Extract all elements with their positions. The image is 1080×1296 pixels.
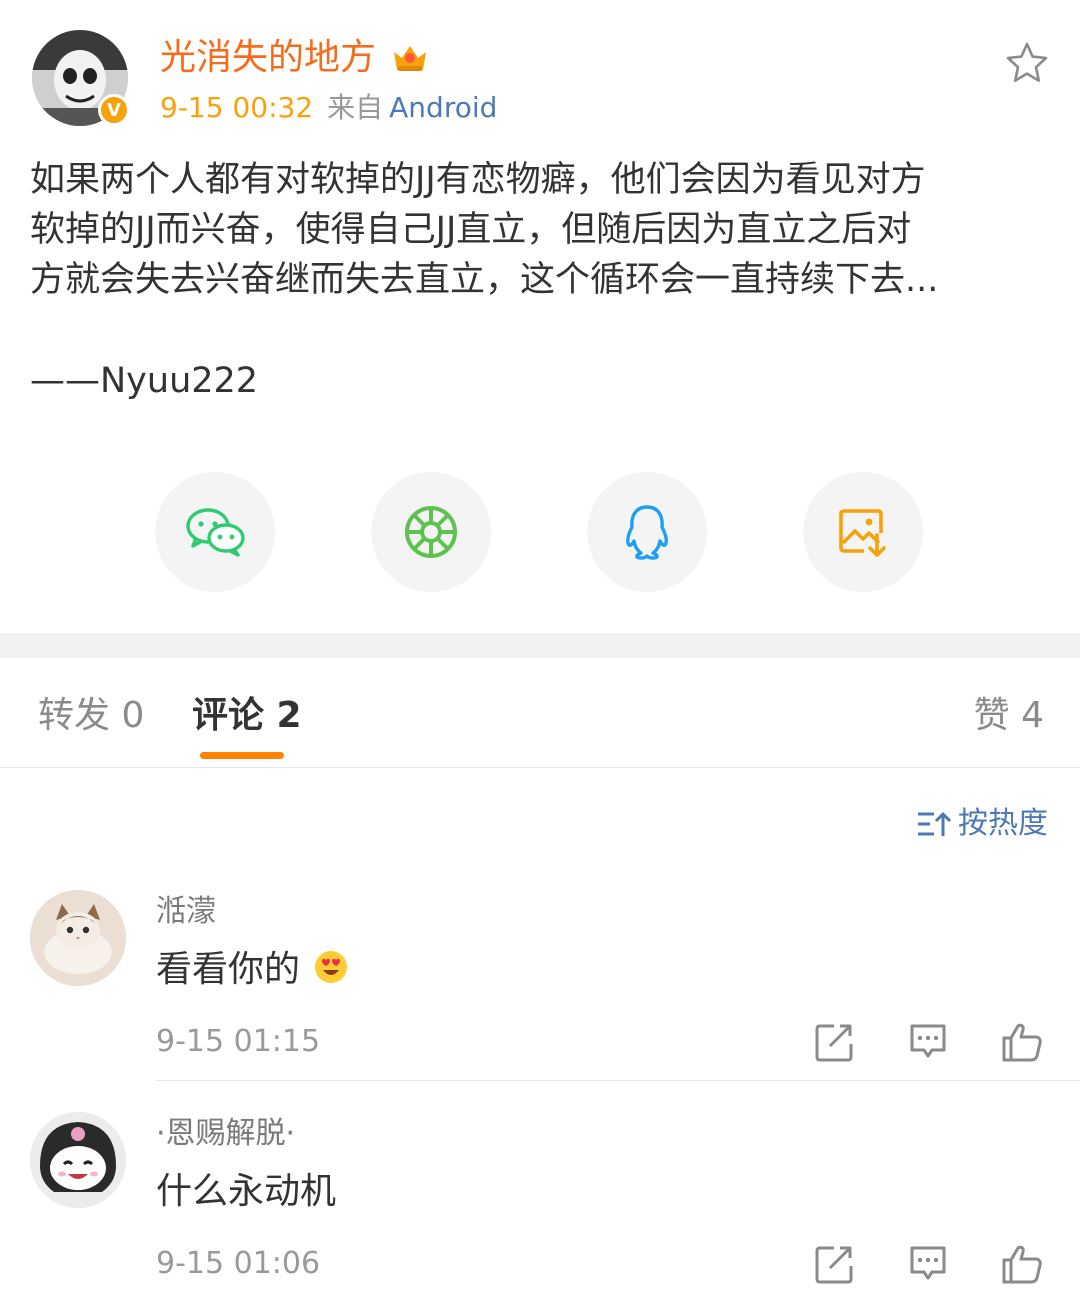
moments-icon	[405, 506, 457, 558]
verified-badge: V	[98, 94, 130, 126]
post-time: 9-15 00:32	[160, 91, 314, 124]
section-divider	[0, 634, 1080, 658]
share-moments-button[interactable]	[371, 472, 491, 592]
reply-icon[interactable]	[906, 1020, 950, 1064]
share-qq-button[interactable]	[587, 472, 707, 592]
save-image-icon	[839, 509, 886, 557]
commenter-name[interactable]: ·恩赐解脱·	[156, 1114, 295, 1154]
comment-text-content: 看看你的	[156, 949, 301, 990]
comment-time: 9-15 01:15	[156, 1024, 321, 1059]
thumbs-up-icon[interactable]	[1000, 1020, 1044, 1064]
thumbs-up-icon[interactable]	[1000, 1242, 1044, 1286]
comment-text: 什么永动机	[156, 1171, 337, 1212]
commenter-avatar[interactable]	[30, 1112, 126, 1208]
post-header: V 光消失的地方 9-15 00:32 来自 Android	[0, 0, 1080, 140]
source-prefix: 来自	[327, 91, 384, 124]
comment-time: 9-15 01:06	[156, 1246, 321, 1281]
post-signature: ——Nyuu222	[30, 361, 259, 401]
author-name[interactable]: 光消失的地方	[160, 34, 376, 82]
qq-icon	[626, 505, 668, 560]
post-body-line: 如果两个人都有对软掉的JJ有恋物癖，他们会因为看见对方	[30, 160, 926, 200]
active-tab-indicator	[200, 752, 284, 759]
share-wechat-button[interactable]	[155, 472, 275, 592]
tab-likes[interactable]: 赞 4	[974, 694, 1044, 738]
post-body-line: 软掉的JJ而兴奋，使得自己JJ直立，但随后因为直立之后对	[30, 210, 912, 250]
vip-crown-icon	[394, 46, 426, 71]
source-link[interactable]: Android	[389, 91, 497, 124]
sort-toggle[interactable]: 按热度	[916, 804, 1048, 844]
interaction-tabs: 转发 0 评论 2 赞 4	[0, 658, 1080, 768]
sort-label: 按热度	[958, 806, 1048, 841]
commenter-avatar[interactable]	[30, 890, 126, 986]
wechat-icon	[186, 508, 245, 557]
favorite-star-icon[interactable]	[1004, 40, 1050, 86]
tab-repost[interactable]: 转发 0	[38, 694, 144, 738]
save-image-button[interactable]	[803, 472, 923, 592]
tab-comments[interactable]: 评论 2	[192, 694, 302, 738]
share-row	[0, 472, 1080, 594]
repost-icon[interactable]	[812, 1020, 856, 1064]
reply-icon[interactable]	[906, 1242, 950, 1286]
comment-divider	[156, 1080, 1080, 1081]
post-body-line: 方就会失去兴奋继而失去直立，这个循环会一直持续下去...	[30, 260, 939, 300]
comment-text: 看看你的	[156, 946, 349, 994]
post-meta: 9-15 00:32 来自 Android	[160, 88, 497, 128]
heart-eyes-emoji-icon	[315, 951, 348, 983]
sort-icon	[918, 812, 952, 836]
commenter-name[interactable]: 湉濛	[156, 892, 216, 932]
post-body: 如果两个人都有对软掉的JJ有恋物癖，他们会因为看见对方 软掉的JJ而兴奋，使得自…	[30, 155, 1040, 305]
repost-icon[interactable]	[812, 1242, 856, 1286]
